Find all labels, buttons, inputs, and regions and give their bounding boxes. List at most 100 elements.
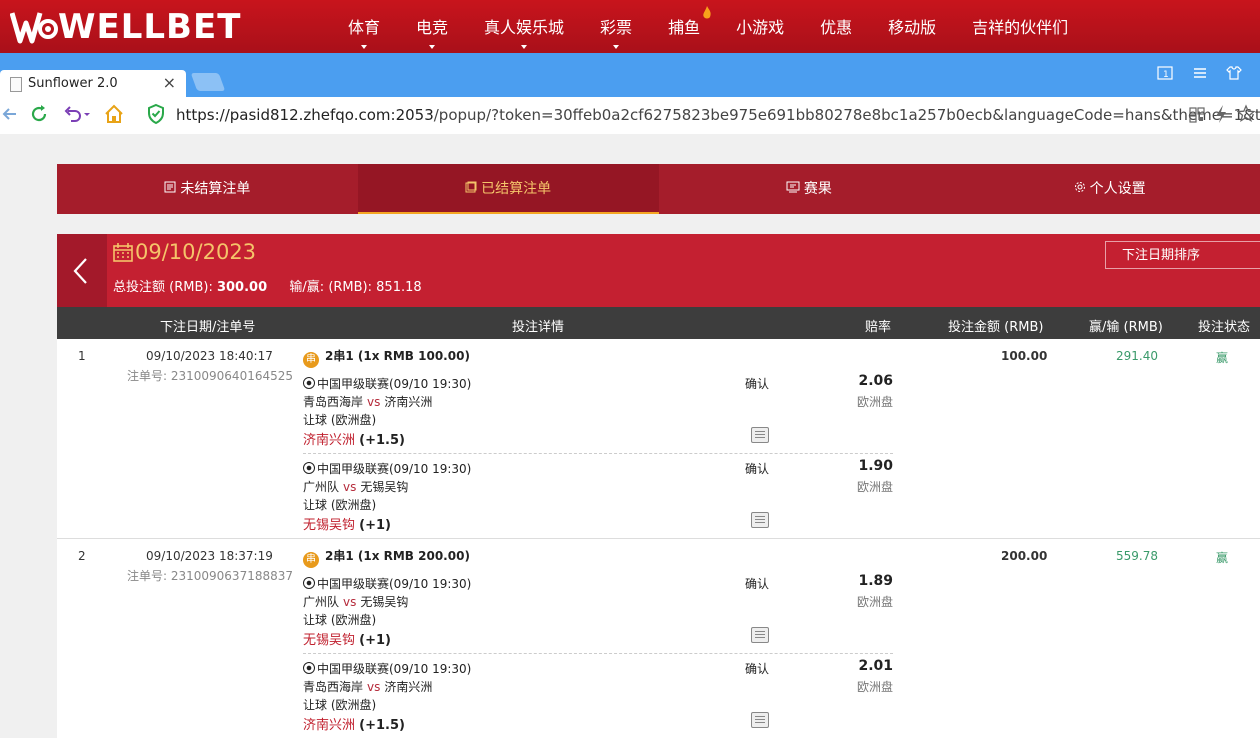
winloss-label: 输/赢: (RMB): [289, 280, 373, 295]
secure-shield-icon[interactable] [146, 103, 166, 125]
league-name: 中国甲级联赛(09/10 19:30) [303, 375, 471, 392]
date-summary-panel: 09/10/2023 总投注额 (RMB): 300.00 输/赢: (RMB)… [57, 234, 1260, 307]
match-detail-icon[interactable] [751, 512, 769, 528]
new-tab-button[interactable] [190, 73, 226, 91]
tab-personal-settings[interactable]: 个人设置 [959, 164, 1260, 214]
parlay-text: 2串1 (1x RMB 100.00) [325, 349, 470, 363]
svg-text:1: 1 [1163, 70, 1169, 80]
nav-partners[interactable]: 吉祥的伙伴们 [954, 0, 1086, 53]
site-logo[interactable]: WELLBET [10, 8, 241, 46]
order-number: 注单号: 2310090640164525 [127, 369, 294, 383]
odds-value: 2.01 [858, 658, 893, 674]
lightning-icon[interactable] [1213, 103, 1229, 125]
home-team: 青岛西海岸 [303, 395, 364, 409]
vs-label: vs [367, 680, 381, 694]
header-stake: 投注金额 (RMB) [948, 320, 1044, 335]
menu-icon[interactable] [1193, 66, 1207, 80]
table-row: 2 09/10/2023 18:37:19 注单号: 2310090637188… [57, 539, 1260, 738]
address-bar: https://pasid812.zhefqo.com:2053/popup/?… [0, 97, 1260, 135]
tab-unsettled-bets[interactable]: 未结算注单 [57, 164, 358, 214]
logo-mark-icon [10, 12, 58, 44]
away-team: 无锡吴钩 [360, 480, 409, 494]
tab-results[interactable]: 赛果 [659, 164, 960, 214]
row-index: 1 [78, 349, 86, 363]
market-type: 让球 (欧洲盘) [303, 698, 377, 712]
nav-live-casino[interactable]: 真人娱乐城 [466, 0, 582, 53]
selection-team: 无锡吴钩 [303, 518, 356, 533]
winloss-amount: 291.40 [1116, 349, 1158, 363]
nav-label: 体育 [348, 18, 381, 37]
league-name: 中国甲级联赛(09/10 19:30) [303, 460, 471, 477]
selection-team: 无锡吴钩 [303, 633, 356, 648]
home-icon[interactable] [104, 103, 124, 125]
vs-label: vs [343, 480, 357, 494]
nav-mobile[interactable]: 移动版 [870, 0, 954, 53]
browser-tab-strip: Sunflower 2.0 × 1 [0, 53, 1260, 97]
tab-close-icon[interactable]: × [163, 73, 176, 92]
tab-overview-icon[interactable]: 1 [1157, 66, 1173, 80]
logo-text: WELLBET [58, 7, 242, 47]
tab-label: 已结算注单 [481, 181, 552, 197]
league-text: 中国甲级联赛(09/10 19:30) [317, 662, 472, 676]
nav-lottery[interactable]: 彩票 [582, 0, 650, 53]
undo-icon[interactable] [62, 103, 92, 125]
confirm-status: 确认 [745, 577, 770, 591]
caret-down-icon [613, 45, 620, 49]
soccer-ball-icon [303, 662, 315, 674]
nav-label: 捕鱼 [668, 18, 701, 37]
row-index: 2 [78, 549, 86, 563]
back-button[interactable] [57, 234, 107, 307]
stake-amount: 200.00 [1001, 549, 1048, 563]
page-favicon-icon [10, 77, 22, 92]
match-detail-icon[interactable] [751, 427, 769, 443]
selected-date: 09/10/2023 [113, 240, 256, 264]
selection-handicap: (+1.5) [359, 433, 405, 448]
away-team: 济南兴洲 [384, 680, 433, 694]
browser-tab[interactable]: Sunflower 2.0 × [0, 70, 186, 97]
parlay-text: 2串1 (1x RMB 200.00) [325, 549, 470, 563]
caret-down-icon [521, 45, 528, 49]
match-detail-icon[interactable] [751, 627, 769, 643]
back-arrow-icon[interactable] [0, 103, 20, 125]
home-team: 青岛西海岸 [303, 680, 364, 694]
selection-team: 济南兴洲 [303, 718, 356, 733]
sort-select[interactable]: 下注日期排序 [1105, 241, 1260, 269]
away-team: 济南兴洲 [384, 395, 433, 409]
url-field[interactable]: https://pasid812.zhefqo.com:2053/popup/?… [176, 106, 1260, 124]
status-badge: 赢 [1216, 551, 1229, 565]
selection-team: 济南兴洲 [303, 433, 356, 448]
bet-leg: 中国甲级联赛(09/10 19:30) 青岛西海岸 vs 济南兴洲 让球 (欧洲盘)… [303, 653, 893, 738]
header-winloss: 赢/输 (RMB) [1089, 320, 1163, 335]
nav-fishing[interactable]: 捕鱼 [650, 0, 718, 53]
nav-label: 优惠 [820, 18, 853, 37]
odds-type: 欧洲盘 [856, 395, 893, 409]
site-nav: 体育 电竞 真人娱乐城 彩票 捕鱼 小游戏 优惠 移动版 吉祥的伙伴们 [330, 0, 1086, 53]
account-tabs: 未结算注单 已结算注单 赛果 个人设置 [57, 164, 1260, 214]
parlay-badge-icon: 串 [303, 352, 319, 368]
soccer-ball-icon [303, 577, 315, 589]
settled-icon [465, 181, 477, 193]
nav-esports[interactable]: 电竞 [398, 0, 466, 53]
star-icon[interactable] [1237, 103, 1255, 125]
odds-value: 2.06 [858, 373, 893, 389]
tab-settled-bets[interactable]: 已结算注单 [357, 164, 659, 214]
stake-amount: 100.00 [1001, 349, 1048, 363]
status-badge: 赢 [1216, 351, 1229, 365]
nav-label: 小游戏 [736, 18, 785, 37]
skin-icon[interactable] [1226, 66, 1242, 80]
match-detail-icon[interactable] [751, 712, 769, 728]
home-team: 广州队 [303, 480, 340, 494]
selection-handicap: (+1.5) [359, 718, 405, 733]
bet-leg: 中国甲级联赛(09/10 19:30) 广州队 vs 无锡吴钩 让球 (欧洲盘) 无… [303, 569, 893, 653]
qr-code-icon[interactable] [1189, 103, 1205, 125]
header-status: 投注状态 [1198, 320, 1251, 335]
match-teams: 青岛西海岸 vs 济南兴洲 [303, 393, 432, 410]
nav-promotions[interactable]: 优惠 [802, 0, 870, 53]
nav-sports[interactable]: 体育 [330, 0, 398, 53]
nav-mini-games[interactable]: 小游戏 [718, 0, 802, 53]
refresh-icon[interactable] [30, 103, 50, 125]
selection-handicap: (+1) [359, 633, 391, 648]
parlay-summary: 串 2串1 (1x RMB 100.00) [303, 347, 470, 368]
chevron-left-icon [73, 258, 87, 284]
table-header: 下注日期/注单号 投注详情 赔率 投注金额 (RMB) 赢/输 (RMB) 投注… [57, 307, 1260, 339]
